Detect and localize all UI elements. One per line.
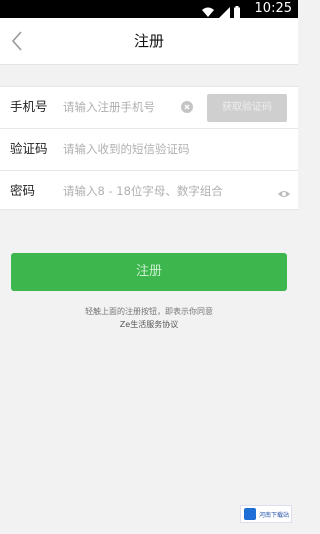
status-bar: 10:25 xyxy=(0,0,298,18)
watermark: 河南下载站 xyxy=(240,505,292,523)
register-form: 手机号 请输入注册手机号 获取验证码 验证码 请输入收到的短信验证码 密码 请输… xyxy=(0,86,298,210)
watermark-text: 河南下载站 xyxy=(259,511,290,519)
get-code-button[interactable]: 获取验证码 xyxy=(207,94,287,122)
phone-row: 手机号 请输入注册手机号 获取验证码 xyxy=(0,87,298,127)
password-label: 密码 xyxy=(10,183,36,198)
code-label: 验证码 xyxy=(10,141,48,156)
agreement-text: 轻触上面的注册按钮，即表示你同意 xyxy=(85,307,213,316)
password-row: 密码 请输入8 - 18位字母、数字组合 xyxy=(0,171,298,211)
register-button[interactable]: 注册 xyxy=(11,253,287,291)
password-input[interactable]: 请输入8 - 18位字母、数字组合 xyxy=(63,171,268,211)
header-bar: 注册 xyxy=(0,18,298,65)
code-input[interactable]: 请输入收到的短信验证码 xyxy=(63,129,273,169)
phone-label: 手机号 xyxy=(10,99,48,114)
status-time: 10:25 xyxy=(254,1,292,16)
eye-icon[interactable] xyxy=(277,185,291,197)
clear-icon[interactable] xyxy=(181,101,193,113)
agreement-link[interactable]: Ze生活服务协议 xyxy=(0,318,298,332)
phone-input[interactable]: 请输入注册手机号 xyxy=(63,87,178,127)
watermark-logo-icon xyxy=(244,508,256,520)
code-row: 验证码 请输入收到的短信验证码 xyxy=(0,129,298,169)
page-title: 注册 xyxy=(133,32,164,50)
